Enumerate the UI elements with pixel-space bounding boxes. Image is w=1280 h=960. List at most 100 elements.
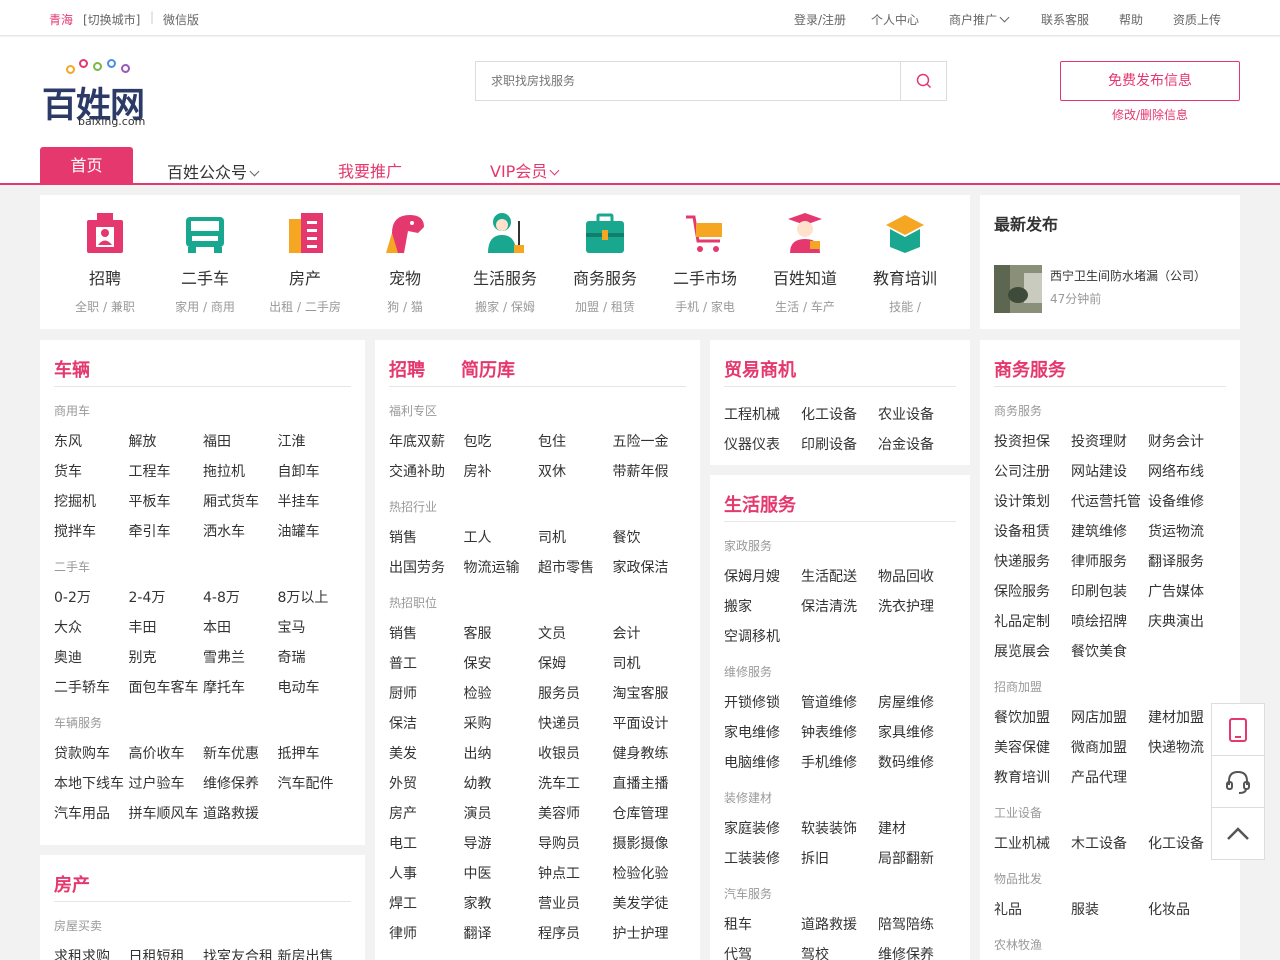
category-link[interactable]: 代运营托管 xyxy=(1071,491,1141,511)
category-link[interactable]: 印刷设备 xyxy=(801,434,857,454)
personal-center-link[interactable]: 个人中心 xyxy=(871,11,919,28)
category-link[interactable]: 广告媒体 xyxy=(1148,581,1204,601)
category-link[interactable]: 印刷包装 xyxy=(1071,581,1127,601)
latest-item-title[interactable]: 西宁卫生间防水堵漏（公司） xyxy=(1050,267,1206,284)
category-link[interactable]: 销售 xyxy=(389,623,417,643)
category-link[interactable]: 人事 xyxy=(389,863,417,883)
search-input[interactable] xyxy=(476,62,900,100)
category-life-service[interactable]: 生活服务 搬家 / 保姆 xyxy=(455,195,555,329)
category-link[interactable]: 包吃 xyxy=(464,431,492,451)
category-link[interactable]: 外贸 xyxy=(389,773,417,793)
category-link[interactable]: 油罐车 xyxy=(278,521,320,541)
category-link[interactable]: 奇瑞 xyxy=(278,647,306,667)
publish-button[interactable]: 免费发布信息 xyxy=(1060,61,1240,101)
category-link[interactable]: 电工 xyxy=(389,833,417,853)
help-link[interactable]: 帮助 xyxy=(1119,11,1143,28)
category-link[interactable]: 设备维修 xyxy=(1148,491,1204,511)
category-link[interactable]: 保险服务 xyxy=(994,581,1050,601)
category-link[interactable]: 摄影摄像 xyxy=(613,833,669,853)
category-link[interactable]: 微商加盟 xyxy=(1071,737,1127,757)
category-link[interactable]: 道路救援 xyxy=(203,803,259,823)
category-link[interactable]: 维修保养 xyxy=(203,773,259,793)
current-city[interactable]: 青海 xyxy=(49,11,73,28)
category-link[interactable]: 超市零售 xyxy=(538,557,594,577)
search-button[interactable] xyxy=(900,62,946,100)
category-second-hand[interactable]: 二手市场 手机 / 家电 xyxy=(655,195,755,329)
category-link[interactable]: 家政保洁 xyxy=(613,557,669,577)
category-link[interactable]: 搬家 xyxy=(724,596,752,616)
category-link[interactable]: 建材 xyxy=(878,818,906,838)
category-link[interactable]: 司机 xyxy=(613,653,641,673)
category-link[interactable]: 工程机械 xyxy=(724,404,780,424)
category-link[interactable]: 农业设备 xyxy=(878,404,934,424)
category-link[interactable]: 8万以上 xyxy=(278,587,329,607)
category-link[interactable]: 二手轿车 xyxy=(54,677,110,697)
category-link[interactable]: 江淮 xyxy=(278,431,306,451)
life-title[interactable]: 生活服务 xyxy=(724,491,796,517)
category-house[interactable]: 房产 出租 / 二手房 xyxy=(255,195,355,329)
category-link[interactable]: 家庭装修 xyxy=(724,818,780,838)
category-link[interactable]: 东风 xyxy=(54,431,82,451)
category-link[interactable]: 检验化验 xyxy=(613,863,669,883)
category-link[interactable]: 采购 xyxy=(464,713,492,733)
category-link[interactable]: 厢式货车 xyxy=(203,491,259,511)
category-link[interactable]: 宝马 xyxy=(278,617,306,637)
qualification-upload-link[interactable]: 资质上传 xyxy=(1173,11,1221,28)
category-link[interactable]: 奥迪 xyxy=(54,647,82,667)
category-link[interactable]: 解放 xyxy=(129,431,157,451)
category-link[interactable]: 教育培训 xyxy=(994,767,1050,787)
category-link[interactable]: 拖拉机 xyxy=(203,461,245,481)
category-link[interactable]: 软装装饰 xyxy=(801,818,857,838)
category-link[interactable]: 货运物流 xyxy=(1148,521,1204,541)
category-link[interactable]: 公司注册 xyxy=(994,461,1050,481)
category-link[interactable]: 过户验车 xyxy=(129,773,185,793)
category-link[interactable]: 0-2万 xyxy=(54,587,91,607)
category-link[interactable]: 文员 xyxy=(538,623,566,643)
category-link[interactable]: 钟点工 xyxy=(538,863,580,883)
category-link[interactable]: 快递服务 xyxy=(994,551,1050,571)
category-link[interactable]: 平面设计 xyxy=(613,713,669,733)
category-link[interactable]: 营业员 xyxy=(538,893,580,913)
category-link[interactable]: 会计 xyxy=(613,623,641,643)
category-link[interactable]: 房屋维修 xyxy=(878,692,934,712)
category-link[interactable]: 电动车 xyxy=(278,677,320,697)
category-pets[interactable]: 宠物 狗 / 猫 xyxy=(355,195,455,329)
category-link[interactable]: 直播主播 xyxy=(613,773,669,793)
category-link[interactable]: 建筑维修 xyxy=(1071,521,1127,541)
category-link[interactable]: 房补 xyxy=(464,461,492,481)
category-link[interactable]: 护士护理 xyxy=(613,923,669,943)
category-link[interactable]: 保姆 xyxy=(538,653,566,673)
tablet-button[interactable] xyxy=(1212,704,1264,756)
category-link[interactable]: 出国劳务 xyxy=(389,557,445,577)
category-link[interactable]: 新房出售 xyxy=(278,946,334,960)
category-link[interactable]: 工程车 xyxy=(129,461,171,481)
category-link[interactable]: 洗车工 xyxy=(538,773,580,793)
category-link[interactable]: 手机维修 xyxy=(801,752,857,772)
category-link[interactable]: 电脑维修 xyxy=(724,752,780,772)
category-link[interactable]: 数码维修 xyxy=(878,752,934,772)
category-link[interactable]: 物品回收 xyxy=(878,566,934,586)
category-link[interactable]: 牵引车 xyxy=(129,521,171,541)
category-link[interactable]: 钟表维修 xyxy=(801,722,857,742)
category-link[interactable]: 驾校 xyxy=(801,944,829,960)
category-link[interactable]: 高价收车 xyxy=(129,743,185,763)
category-link[interactable]: 工人 xyxy=(464,527,492,547)
category-link[interactable]: 导游 xyxy=(464,833,492,853)
category-link[interactable]: 普工 xyxy=(389,653,417,673)
category-link[interactable]: 别克 xyxy=(129,647,157,667)
category-link[interactable]: 2-4万 xyxy=(129,587,166,607)
nav-public-account[interactable]: 百姓公众号 xyxy=(167,159,260,183)
category-link[interactable]: 贷款购车 xyxy=(54,743,110,763)
category-link[interactable]: 检验 xyxy=(464,683,492,703)
category-link[interactable]: 维修保养 xyxy=(878,944,934,960)
category-link[interactable]: 五险一金 xyxy=(613,431,669,451)
jobs-title[interactable]: 招聘 xyxy=(389,356,425,382)
category-link[interactable]: 产品代理 xyxy=(1071,767,1127,787)
category-link[interactable]: 搅拌车 xyxy=(54,521,96,541)
category-link[interactable]: 投资理财 xyxy=(1071,431,1127,451)
category-link[interactable]: 投资担保 xyxy=(994,431,1050,451)
category-link[interactable]: 餐饮 xyxy=(613,527,641,547)
category-link[interactable]: 化妆品 xyxy=(1148,899,1190,919)
category-link[interactable]: 财务会计 xyxy=(1148,431,1204,451)
category-jobs[interactable]: 招聘 全职 / 兼职 xyxy=(55,195,155,329)
